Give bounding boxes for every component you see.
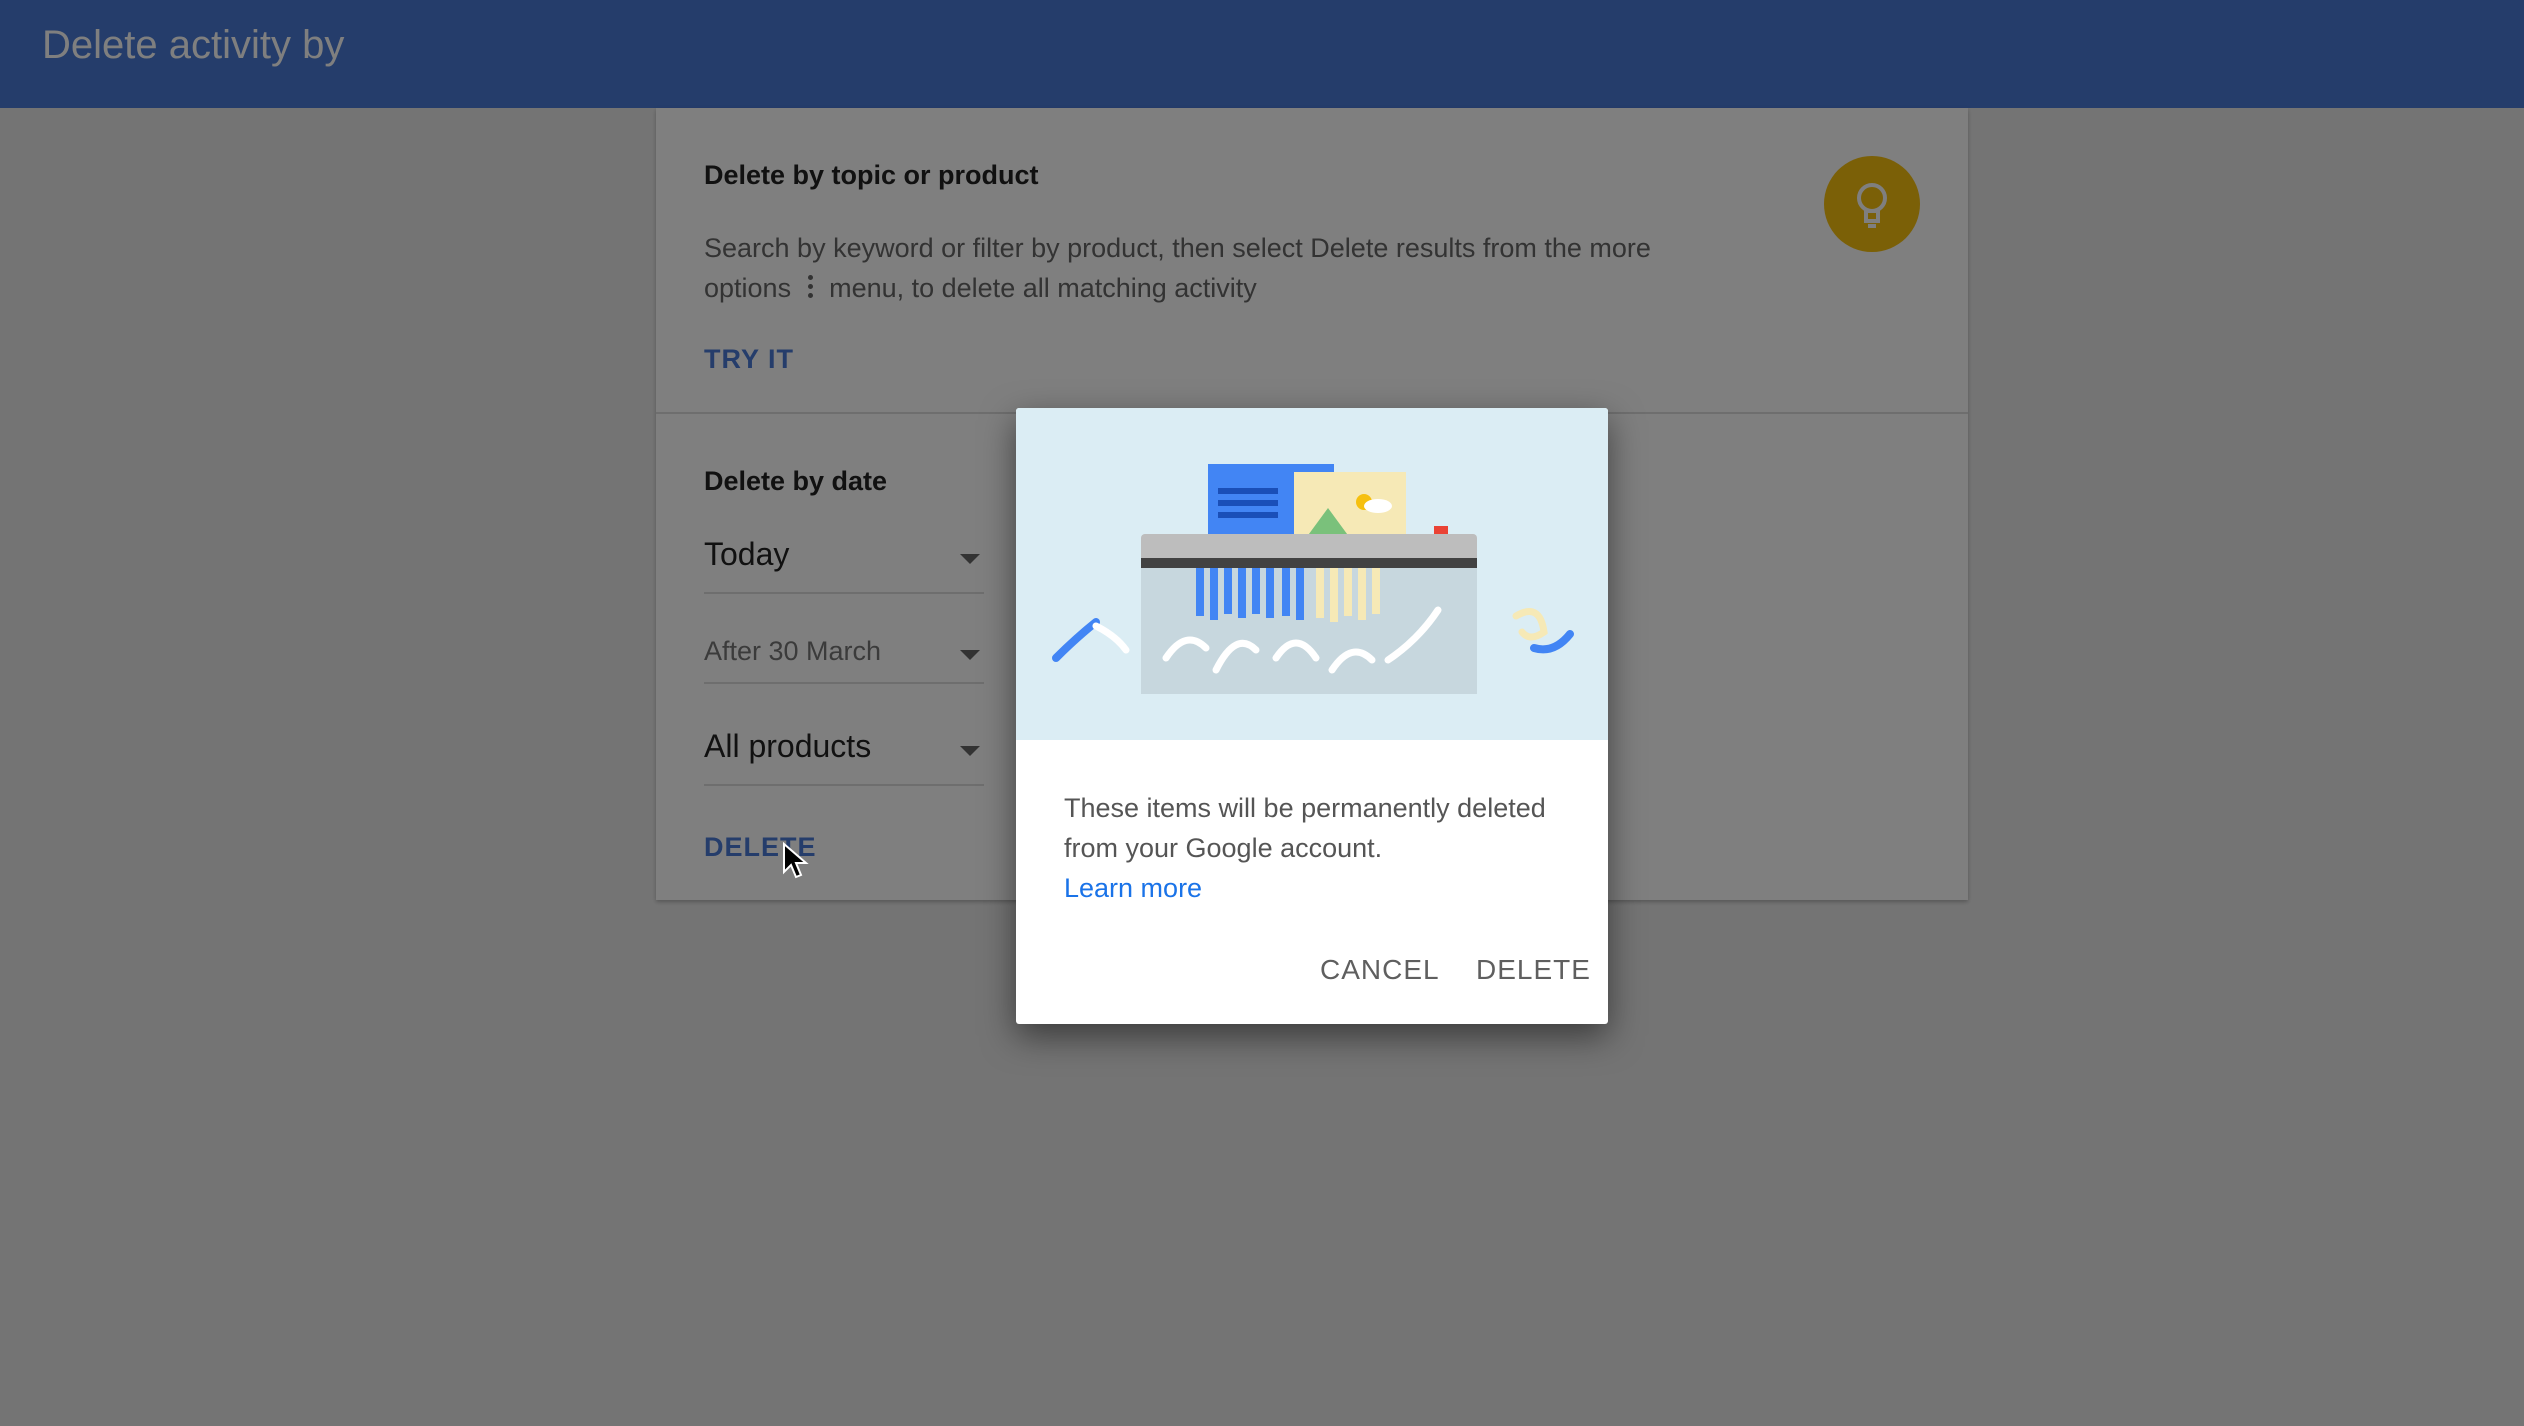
- dialog-message: These items will be permanently deleted …: [1064, 793, 1546, 903]
- delete-confirmation-dialog: These items will be permanently deleted …: [1016, 408, 1608, 1024]
- dialog-delete-button[interactable]: DELETE: [1476, 954, 1591, 986]
- learn-more-link[interactable]: Learn more: [1064, 873, 1202, 903]
- mouse-pointer-icon: [783, 842, 809, 879]
- cancel-button[interactable]: CANCEL: [1320, 954, 1440, 986]
- paper-shredder-illustration: [1016, 408, 1608, 740]
